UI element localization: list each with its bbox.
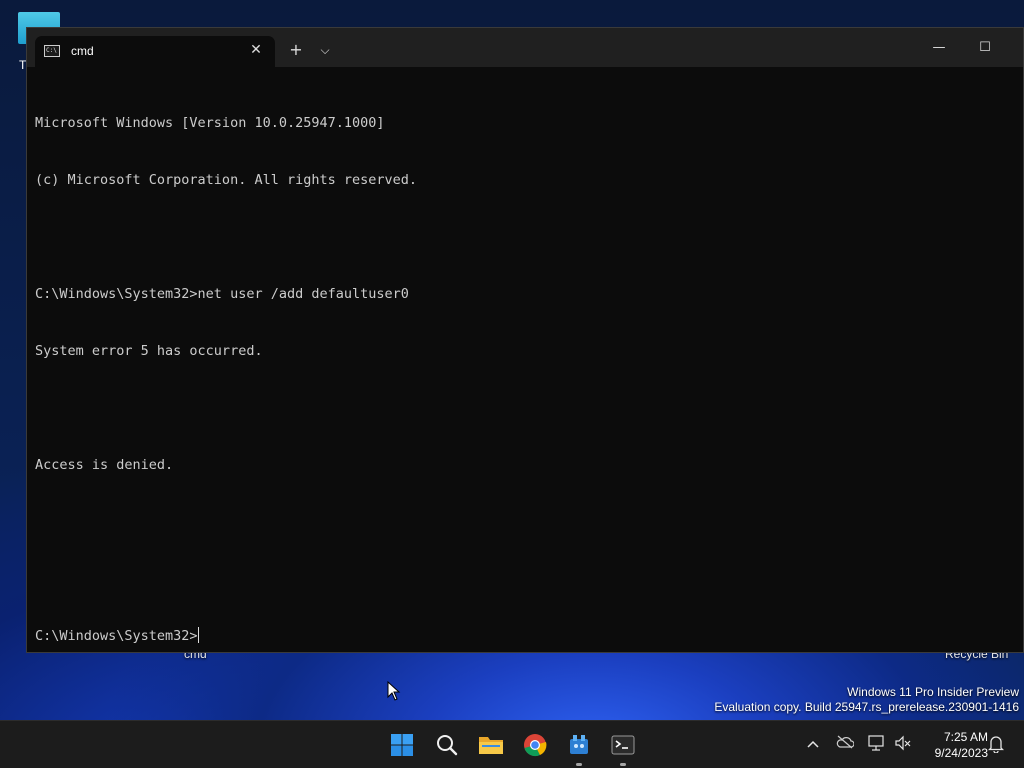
text-cursor: [197, 627, 199, 643]
clock-time: 7:25 AM: [943, 730, 988, 744]
evaluation-watermark: Windows 11 Pro Insider Preview Evaluatio…: [714, 685, 1019, 715]
tab-cmd[interactable]: C:\ cmd ✕: [35, 36, 275, 67]
start-icon: [391, 734, 413, 756]
console-line: (c) Microsoft Corporation. All rights re…: [35, 172, 418, 188]
app-icon: [570, 735, 588, 754]
title-bar[interactable]: C:\ cmd ✕ + ⌵ — ☐: [27, 28, 1023, 67]
show-hidden-icons-chevron-icon[interactable]: [803, 735, 823, 755]
file-explorer-button[interactable]: [475, 729, 507, 761]
watermark-line-2: Evaluation copy. Build 25947.rs_prerelea…: [714, 700, 1019, 714]
console-line: C:\Windows\System32>net user /add defaul…: [35, 286, 409, 302]
tab-dropdown-button[interactable]: ⌵: [311, 38, 339, 62]
search-icon: [437, 735, 458, 756]
search-button[interactable]: [431, 729, 463, 761]
console-line: Access is denied.: [35, 457, 174, 473]
onedrive-offline-icon[interactable]: [835, 735, 855, 755]
console-prompt-line[interactable]: C:\Windows\System32>: [35, 627, 1015, 646]
app-button[interactable]: [563, 729, 595, 766]
file-explorer-icon: [479, 737, 503, 754]
active-indicator: [620, 763, 626, 766]
taskbar: 7:25 AM 9/24/2023: [0, 720, 1024, 768]
network-icon[interactable]: [867, 735, 887, 755]
console-output[interactable]: Microsoft Windows [Version 10.0.25947.10…: [35, 76, 1015, 644]
chrome-button[interactable]: [519, 729, 551, 761]
new-tab-button[interactable]: +: [282, 38, 310, 62]
cmd-icon: C:\: [44, 45, 60, 57]
running-indicator: [576, 763, 582, 766]
clock[interactable]: 7:25 AM 9/24/2023: [918, 729, 988, 761]
terminal-window: C:\ cmd ✕ + ⌵ — ☐ Microsoft Windows [Ver…: [26, 27, 1024, 653]
minimize-button[interactable]: —: [916, 36, 962, 60]
tab-close-icon[interactable]: ✕: [247, 41, 265, 59]
console-line: Microsoft Windows [Version 10.0.25947.10…: [35, 115, 385, 131]
watermark-line-1: Windows 11 Pro Insider Preview: [847, 685, 1019, 699]
maximize-button[interactable]: ☐: [962, 36, 1008, 60]
chrome-icon: [524, 734, 547, 757]
tab-title: cmd: [71, 44, 94, 58]
console-line: System error 5 has occurred.: [35, 343, 263, 359]
clock-date: 9/24/2023: [934, 746, 988, 760]
start-button[interactable]: [386, 729, 418, 761]
notification-bell-icon[interactable]: [986, 735, 1006, 755]
mouse-pointer-icon: [387, 681, 401, 701]
terminal-button[interactable]: [607, 729, 639, 766]
volume-muted-icon[interactable]: [893, 735, 913, 755]
console-prompt: C:\Windows\System32>: [35, 628, 198, 644]
terminal-icon: [611, 735, 635, 755]
